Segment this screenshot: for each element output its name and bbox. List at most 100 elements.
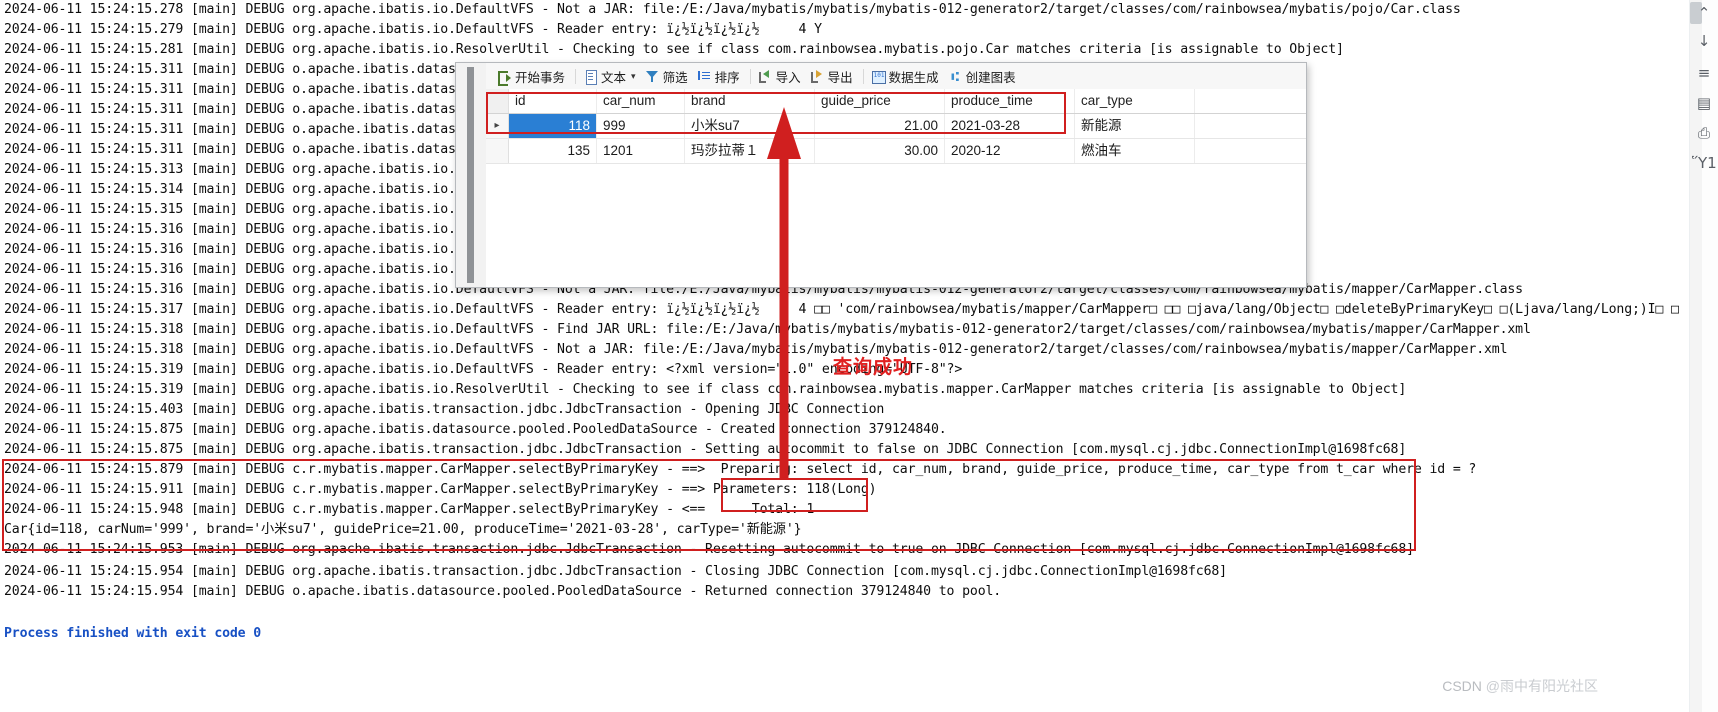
log-line: 2024-06-11 15:24:15.948 [main] DEBUG c.r… [4,502,815,517]
grid-column-header-brand[interactable]: brand [685,89,815,113]
log-line: 2024-06-11 15:24:15.318 [main] DEBUG org… [4,342,1508,357]
grid-header-row: id car_num brand guide_price produce_time car… [486,89,1306,114]
log-line: 2024-06-11 15:24:15.911 [main] DEBUG c.r… [4,482,877,497]
grid-cell-car_num[interactable]: 999 [597,114,685,138]
toolbar-separator [862,68,864,84]
grid-column-header-guide_price[interactable]: guide_price [815,89,945,113]
log-line: 2024-06-11 15:24:15.403 [main] DEBUG org… [4,402,885,417]
toolbar-separator [575,68,577,84]
log-line: Car{id=118, carNum='999', brand='小米su7',… [4,522,802,537]
log-line: 2024-06-11 15:24:15.316 [main] DEBUG org… [4,222,487,237]
log-line: 2024-06-11 15:24:15.879 [main] DEBUG c.r… [4,462,1477,477]
log-line: 2024-06-11 15:24:15.313 [main] DEBUG org… [4,162,487,177]
log-line: 2024-06-11 15:24:15.311 [main] DEBUG o.a… [4,122,487,137]
toolbar-button-export[interactable]: 导出 [807,66,859,87]
log-line: 2024-06-11 15:24:15.311 [main] DEBUG o.a… [4,142,487,157]
grid-cell-guide_price[interactable]: 21.00 [815,114,945,138]
toolbar-button-create-chart[interactable]: ⑆ 创建图表 [945,66,1022,87]
toolbar-button-label: 数据生成 [888,70,939,85]
log-line: 2024-06-11 15:24:15.278 [main] DEBUG org… [4,2,1461,17]
log-line: 2024-06-11 15:24:15.311 [main] DEBUG o.a… [4,62,487,77]
log-line: 2024-06-11 15:24:15.311 [main] DEBUG o.a… [4,82,487,97]
grid-column-header-car_type[interactable]: car_type [1075,89,1195,113]
grid-column-header-id[interactable]: id [509,89,597,113]
settings-icon[interactable]: ▤ [1692,92,1716,114]
toolbar-button-transaction[interactable]: 开始事务 [494,66,571,87]
text-icon [583,69,598,85]
import-icon [758,69,773,84]
grid-cell-id[interactable]: 118 [509,114,597,138]
grid-row[interactable]: 135 1201 玛莎拉蒂１ 30.00 2020-12 燃油车 [486,139,1306,164]
filter-icon [645,69,660,84]
toolbar-button-label: 排序 [714,70,740,85]
wrap-text-icon[interactable]: ≡ [1692,62,1716,84]
log-line: 2024-06-11 15:24:15.316 [main] DEBUG org… [4,242,487,257]
grid-cell-produce_time[interactable]: 2021-03-28 [945,114,1075,138]
toolbar-button-data-generate[interactable]: 数据生成 [868,66,945,87]
print-icon[interactable]: ⎙ [1692,122,1716,144]
watermark-prefix: CSDN [1442,678,1486,694]
grid-cell-produce_time[interactable]: 2020-12 [945,139,1075,163]
toolbar-button-label: 导入 [775,70,801,85]
delete-icon[interactable]: Ὕ1 [1692,152,1717,174]
log-line: 2024-06-11 15:24:15.315 [main] DEBUG org… [4,202,487,217]
log-line: 2024-06-11 15:24:15.875 [main] DEBUG org… [4,442,1407,457]
log-line: 2024-06-11 15:24:15.316 [main] DEBUG org… [4,262,487,277]
toolbar-button-label: 导出 [827,70,853,85]
log-line: 2024-06-11 15:24:15.875 [main] DEBUG org… [4,422,947,437]
grid-cell-id[interactable]: 135 [509,139,597,163]
log-line: 2024-06-11 15:24:15.317 [main] DEBUG org… [4,302,1679,317]
create-chart-icon: ⑆ [951,68,960,84]
grid-cell-guide_price[interactable]: 30.00 [815,139,945,163]
log-line: 2024-06-11 15:24:15.318 [main] DEBUG org… [4,322,1531,337]
grid-row[interactable]: ▸ 118 999 小米su7 21.00 2021-03-28 新能源 [486,114,1306,139]
sort-icon [697,69,712,84]
log-line: 2024-06-11 15:24:15.281 [main] DEBUG org… [4,42,1344,57]
grid-row-marker [486,139,509,163]
toolbar-button-sort[interactable]: 排序 [694,66,746,87]
grid-left-rail [456,63,487,287]
grid-table[interactable]: id car_num brand guide_price produce_time car… [486,89,1306,287]
grid-cell-car_type[interactable]: 燃油车 [1075,139,1195,163]
grid-row-marker: ▸ [486,114,509,138]
watermark: CSDN @雨中有阳光社区 [1442,676,1598,696]
console-right-gutter: ⌃ ↓ ≡ ▤ ⎙ Ὕ1 [1689,0,1718,712]
log-line: 2024-06-11 15:24:15.954 [main] DEBUG o.a… [4,584,1002,599]
database-result-grid-panel[interactable]: 开始事务 文本 ▾ 筛选 排序 导入 导出 数据生成 ⑆ 创建图表 idcar_numbrandg… [455,62,1307,288]
grid-toolbar[interactable]: 开始事务 文本 ▾ 筛选 排序 导入 导出 数据生成 ⑆ 创建图表 [486,63,1306,90]
toolbar-button-import[interactable]: 导入 [755,66,807,87]
watermark-handle: @雨中有阳光社区 [1485,678,1598,694]
chevron-up-icon[interactable]: ⌃ [1692,2,1716,24]
data-generate-icon [871,69,886,84]
grid-header-gutter [486,89,509,113]
grid-cell-brand[interactable]: 小米su7 [685,114,815,138]
log-line: 2024-06-11 15:24:15.314 [main] DEBUG org… [4,182,487,197]
toolbar-button-text[interactable]: 文本 ▾ [580,66,642,87]
grid-empty-row [486,164,1306,188]
grid-cell-brand[interactable]: 玛莎拉蒂１ [685,139,815,163]
toolbar-button-filter[interactable]: 筛选 [642,66,694,87]
grid-column-header-produce_time[interactable]: produce_time [945,89,1075,113]
arrow-down-icon[interactable]: ↓ [1692,30,1716,52]
toolbar-button-label: 开始事务 [515,70,566,85]
transaction-icon [497,69,512,86]
grid-cell-car_type[interactable]: 新能源 [1075,114,1195,138]
grid-empty-row [486,188,1306,212]
chevron-down-icon[interactable]: ▾ [631,71,636,82]
export-icon [810,69,825,84]
log-line: 2024-06-11 15:24:15.953 [main] DEBUG org… [4,542,1414,557]
toolbar-separator [749,68,751,84]
log-exit-line: Process finished with exit code 0 [4,626,262,641]
log-line: 2024-06-11 15:24:15.954 [main] DEBUG org… [4,564,1227,579]
log-line: 2024-06-11 15:24:15.279 [main] DEBUG org… [4,22,822,37]
log-line: 2024-06-11 15:24:15.319 [main] DEBUG org… [4,382,1407,397]
annotation-label-query-success: 查询成功 [833,356,914,378]
toolbar-button-label: 筛选 [662,70,688,85]
toolbar-button-label: 创建图表 [965,70,1016,85]
grid-column-header-car_num[interactable]: car_num [597,89,685,113]
toolbar-button-label: 文本 [601,70,627,85]
grid-empty-row [486,212,1306,236]
log-line: 2024-06-11 15:24:15.319 [main] DEBUG org… [4,362,963,377]
log-line: 2024-06-11 15:24:15.311 [main] DEBUG o.a… [4,102,487,117]
grid-cell-car_num[interactable]: 1201 [597,139,685,163]
